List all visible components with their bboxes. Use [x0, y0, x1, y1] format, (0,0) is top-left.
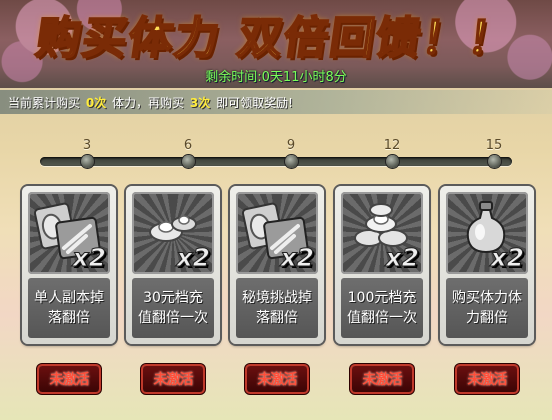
- reward-icon-frame: x2: [341, 192, 423, 274]
- reward-card-recharge-30[interactable]: x2 30元档充值翻倍一次: [126, 186, 220, 344]
- info-middle: 体力，再购买: [112, 96, 185, 110]
- event-title: 购买体力 双倍回馈！！: [32, 12, 518, 65]
- status-badge-stamina-purchase: 未激活: [457, 366, 517, 392]
- status-text: 未激活: [153, 372, 194, 388]
- reward-card-secret-realm-drop[interactable]: x2 秘境挑战掉落翻倍: [230, 186, 324, 344]
- reward-icon-frame: x2: [132, 192, 214, 274]
- multiplier-badge: x2: [176, 243, 211, 273]
- status-badge-secret-realm-drop: 未激活: [247, 366, 307, 392]
- status-badge-recharge-30: 未激活: [143, 366, 203, 392]
- purchase-info-text: 当前累计购买 0次 体力，再购买 3次 即可领取奖励!: [8, 94, 293, 111]
- progress-tick-15: 15: [485, 138, 503, 153]
- status-text: 未激活: [467, 372, 508, 388]
- reward-label: 购买体力体力翻倍: [452, 290, 522, 326]
- progress-node-6: [182, 155, 195, 168]
- reward-card-stamina-purchase[interactable]: x2 购买体力体力翻倍: [440, 186, 534, 344]
- progress-tick-3: 3: [82, 138, 92, 153]
- status-text: 未激活: [257, 372, 298, 388]
- status-text: 未激活: [49, 372, 90, 388]
- remaining-time-value: 0天11小时8分: [261, 70, 347, 85]
- multiplier-badge: x2: [280, 243, 315, 273]
- event-banner: 购买体力 双倍回馈！！ 剩余时间:0天11小时8分: [0, 0, 552, 88]
- status-badge-dungeon-drop: 未激活: [39, 366, 99, 392]
- bought-count: 0次: [85, 96, 107, 110]
- reward-card-dungeon-drop[interactable]: x2 单人副本掉落翻倍: [22, 186, 116, 344]
- purchase-info-bar: 当前累计购买 0次 体力，再购买 3次 即可领取奖励!: [0, 90, 552, 114]
- progress-node-12: [386, 155, 399, 168]
- multiplier-badge: x2: [72, 243, 107, 273]
- reward-label-box: 单人副本掉落翻倍: [28, 278, 110, 338]
- info-prefix: 当前累计购买: [8, 96, 81, 110]
- reward-icon-frame: x2: [446, 192, 528, 274]
- reward-label: 100元档充值翻倍一次: [347, 290, 417, 326]
- need-count: 3次: [189, 96, 211, 110]
- reward-label-box: 秘境挑战掉落翻倍: [236, 278, 318, 338]
- progress-node-9: [285, 155, 298, 168]
- reward-icon-frame: x2: [28, 192, 110, 274]
- reward-icon-frame: x2: [236, 192, 318, 274]
- remaining-time-label: 剩余时间:: [205, 70, 262, 85]
- reward-label: 单人副本掉落翻倍: [34, 290, 104, 326]
- progress-tick-9: 9: [286, 138, 296, 153]
- status-text: 未激活: [362, 372, 403, 388]
- event-panel: 购买体力 双倍回馈！！ 剩余时间:0天11小时8分 当前累计购买 0次 体力，再…: [0, 0, 552, 420]
- progress-node-3: [81, 155, 94, 168]
- progress-track: [40, 157, 512, 166]
- reward-card-recharge-100[interactable]: x2 100元档充值翻倍一次: [335, 186, 429, 344]
- reward-label-box: 购买体力体力翻倍: [446, 278, 528, 338]
- progress-tick-12: 12: [383, 138, 401, 153]
- multiplier-badge: x2: [385, 243, 420, 273]
- info-suffix: 即可领取奖励!: [216, 96, 293, 110]
- progress-tick-6: 6: [183, 138, 193, 153]
- multiplier-badge: x2: [490, 243, 525, 273]
- reward-label-box: 30元档充值翻倍一次: [132, 278, 214, 338]
- reward-label: 秘境挑战掉落翻倍: [242, 290, 312, 326]
- reward-label: 30元档充值翻倍一次: [138, 290, 208, 326]
- reward-label-box: 100元档充值翻倍一次: [341, 278, 423, 338]
- progress-node-15: [488, 155, 501, 168]
- status-badge-recharge-100: 未激活: [352, 366, 412, 392]
- remaining-time: 剩余时间:0天11小时8分: [0, 66, 552, 85]
